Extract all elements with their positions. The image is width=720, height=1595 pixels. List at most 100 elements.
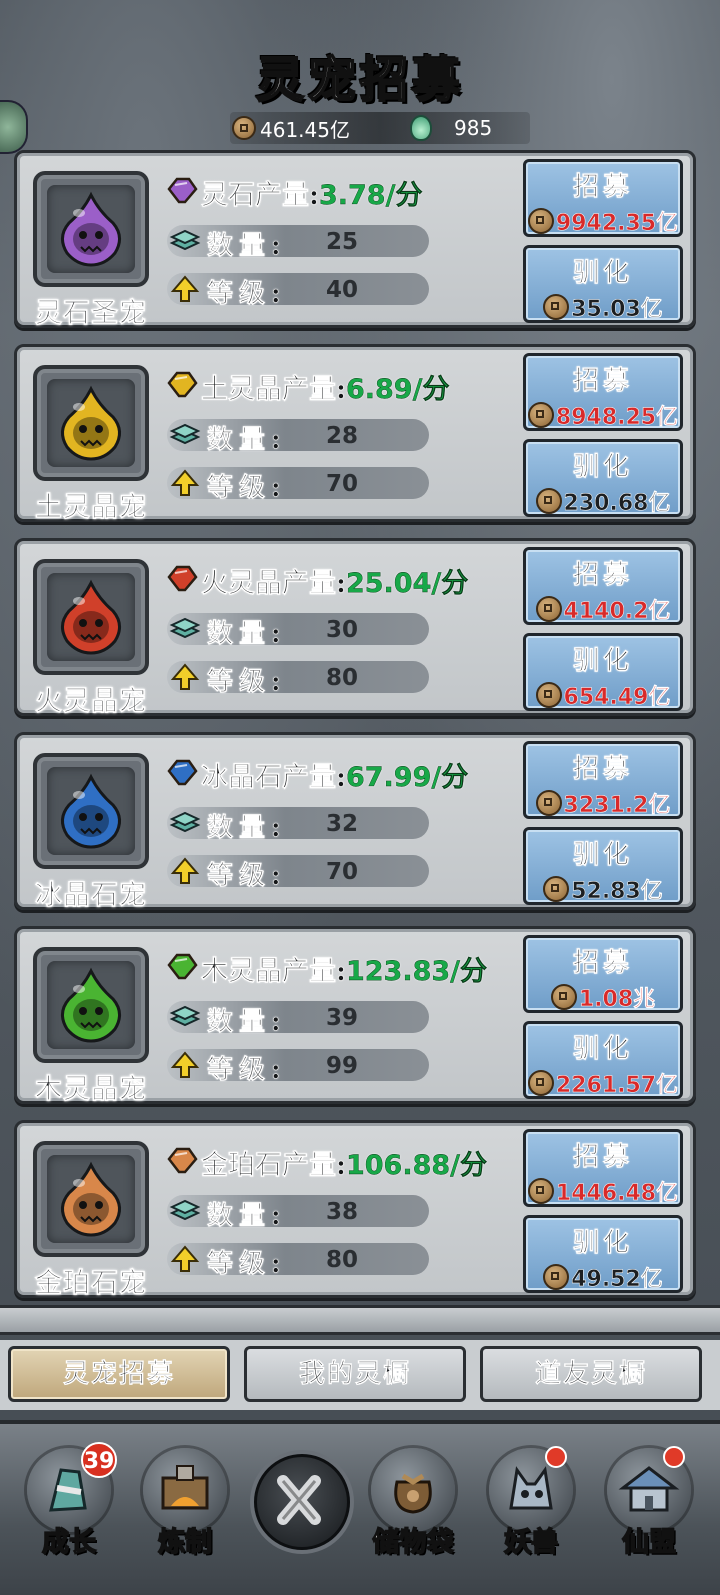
recruit-cost: 3231.2亿: [526, 787, 680, 819]
stack-icon: [169, 1199, 201, 1221]
arrow-up-icon: [170, 857, 200, 884]
tame-button[interactable]: 驯化 35.03亿: [523, 245, 683, 323]
coin-icon: [535, 596, 562, 622]
recruit-cost: 8948.25亿: [526, 399, 680, 431]
level-value: 70: [325, 471, 358, 497]
coin-icon: [527, 402, 554, 428]
pet-name: 土灵晶宠: [35, 492, 147, 524]
tame-button[interactable]: 驯化 654.49亿: [523, 633, 683, 711]
pet-list: 灵石圣宠 灵石产量:3.78/分 数量: 25 等级: 40 招募 9942.3…: [8, 150, 696, 1300]
level-value: 40: [325, 277, 358, 303]
pet-card: 冰晶石宠 冰晶石产量:67.99/分 数量: 32 等级: 70 招募 3231…: [14, 732, 696, 912]
tame-button[interactable]: 驯化 230.68亿: [523, 439, 683, 517]
recruit-button[interactable]: 招募 1.08兆: [523, 935, 683, 1013]
production-value: 3.78/分: [318, 180, 423, 211]
recruit-label: 招募: [572, 560, 633, 591]
recruit-button[interactable]: 招募 3231.2亿: [523, 741, 683, 819]
recruit-cost: 4140.2亿: [526, 593, 680, 625]
tab-friend-cabinet[interactable]: 道友灵橱: [480, 1346, 702, 1402]
recruit-button[interactable]: 招募 1446.48亿: [523, 1129, 683, 1207]
pet-portrait-frame[interactable]: [33, 947, 149, 1063]
coin-icon: [543, 876, 570, 902]
nav-beast[interactable]: 妖兽: [476, 1446, 586, 1588]
production-label: 金珀石产量:: [201, 1150, 346, 1182]
tame-label: 驯化: [572, 646, 633, 677]
tame-cost-value: 2261.57亿: [555, 1073, 679, 1099]
nav-growth[interactable]: 39 成长: [14, 1442, 124, 1588]
production-rate: 火灵晶产量:25.04/分: [201, 561, 469, 600]
coin-icon: [550, 984, 577, 1010]
stack-icon: [169, 811, 201, 833]
pet-name: 金珀石宠: [35, 1268, 147, 1300]
pet-card: 灵石圣宠 灵石产量:3.78/分 数量: 25 等级: 40 招募 9942.3…: [14, 150, 696, 329]
tame-cost: 35.03亿: [526, 291, 680, 323]
quantity-label: 数量:: [207, 619, 287, 650]
panel-base: [0, 1305, 720, 1335]
pet-card: 木灵晶宠 木灵晶产量:123.83/分 数量: 39 等级: 99 招募 1.0…: [14, 926, 696, 1106]
pet-portrait-frame[interactable]: [33, 559, 149, 675]
tab-my-cabinet[interactable]: 我的灵橱: [244, 1346, 466, 1402]
tame-cost: 230.68亿: [526, 485, 680, 517]
crystal-icon: [167, 759, 198, 786]
tame-button[interactable]: 驯化 2261.57亿: [523, 1021, 683, 1099]
pet-portrait-frame[interactable]: [33, 365, 149, 481]
recruit-label: 招募: [572, 754, 633, 785]
recruit-label: 招募: [572, 172, 633, 203]
pet-portrait-frame[interactable]: [33, 753, 149, 869]
coin-icon: [535, 682, 562, 708]
quantity-label: 数量:: [207, 425, 287, 456]
tame-label: 驯化: [572, 840, 633, 871]
pet-card: 火灵晶宠 火灵晶产量:25.04/分 数量: 30 等级: 80 招募 4140…: [14, 538, 696, 718]
recruit-button[interactable]: 招募 4140.2亿: [523, 547, 683, 625]
tame-cost-value: 35.03亿: [571, 297, 663, 323]
quantity-label: 数量:: [207, 1007, 287, 1038]
page-title: 灵宠招募: [255, 51, 464, 109]
pet-name: 木灵晶宠: [35, 1074, 147, 1106]
production-label: 土灵晶产量:: [201, 374, 346, 406]
level-label: 等级:: [207, 861, 287, 892]
tab-bar: 灵宠招募 我的灵橱 道友灵橱: [0, 1340, 720, 1410]
production-rate: 土灵晶产量:6.89/分: [201, 367, 450, 406]
arrow-up-icon: [170, 469, 200, 496]
pet-card: 土灵晶宠 土灵晶产量:6.89/分 数量: 28 等级: 70 招募 8948.…: [14, 344, 696, 524]
production-label: 冰晶石产量:: [201, 762, 346, 794]
nav-forge[interactable]: 炼制: [130, 1448, 240, 1588]
pet-name: 火灵晶宠: [35, 686, 147, 718]
quantity-value: 30: [325, 617, 358, 643]
pet-portrait-frame[interactable]: [33, 171, 149, 287]
coin-icon: [535, 488, 562, 514]
coin-icon: [535, 790, 562, 816]
crystal-icon: [167, 953, 198, 980]
quantity-value: 32: [325, 811, 358, 837]
tame-button[interactable]: 驯化 52.83亿: [523, 827, 683, 905]
recruit-cost: 9942.35亿: [526, 205, 680, 237]
pet-portrait-bg: [47, 379, 135, 467]
nav-alliance[interactable]: 仙盟: [594, 1446, 704, 1588]
recruit-label: 招募: [572, 366, 633, 397]
level-label: 等级:: [207, 473, 287, 504]
nav-label-storage-bag: 储物袋: [372, 1526, 455, 1559]
tame-button[interactable]: 驯化 49.52亿: [523, 1215, 683, 1293]
recruit-button[interactable]: 招募 8948.25亿: [523, 353, 683, 431]
production-value: 6.89/分: [345, 374, 450, 405]
tame-cost-value: 52.83亿: [571, 879, 663, 905]
coin-amount: 461.45亿: [260, 117, 350, 142]
nav-storage-bag[interactable]: 储物袋: [358, 1448, 468, 1588]
pet-icon: [61, 191, 121, 267]
recruit-button[interactable]: 招募 9942.35亿: [523, 159, 683, 237]
production-label: 木灵晶产量:: [201, 956, 346, 988]
recruit-cost: 1.08兆: [526, 981, 680, 1013]
stack-icon: [169, 617, 201, 639]
pet-portrait-bg: [47, 767, 135, 855]
stack-icon: [169, 1005, 201, 1027]
pet-name: 冰晶石宠: [35, 880, 147, 912]
crystal-icon: [167, 1147, 198, 1174]
pet-icon: [61, 773, 121, 849]
close-button[interactable]: [254, 1454, 350, 1550]
tab-pet-recruit[interactable]: 灵宠招募: [8, 1346, 230, 1402]
recruit-cost-value: 8948.25亿: [555, 405, 679, 431]
crystal-icon: [167, 177, 198, 204]
bottom-nav: 39 成长 炼制 储物袋 妖兽 仙盟: [0, 1420, 720, 1595]
pet-portrait-frame[interactable]: [33, 1141, 149, 1257]
stack-icon: [169, 229, 201, 251]
